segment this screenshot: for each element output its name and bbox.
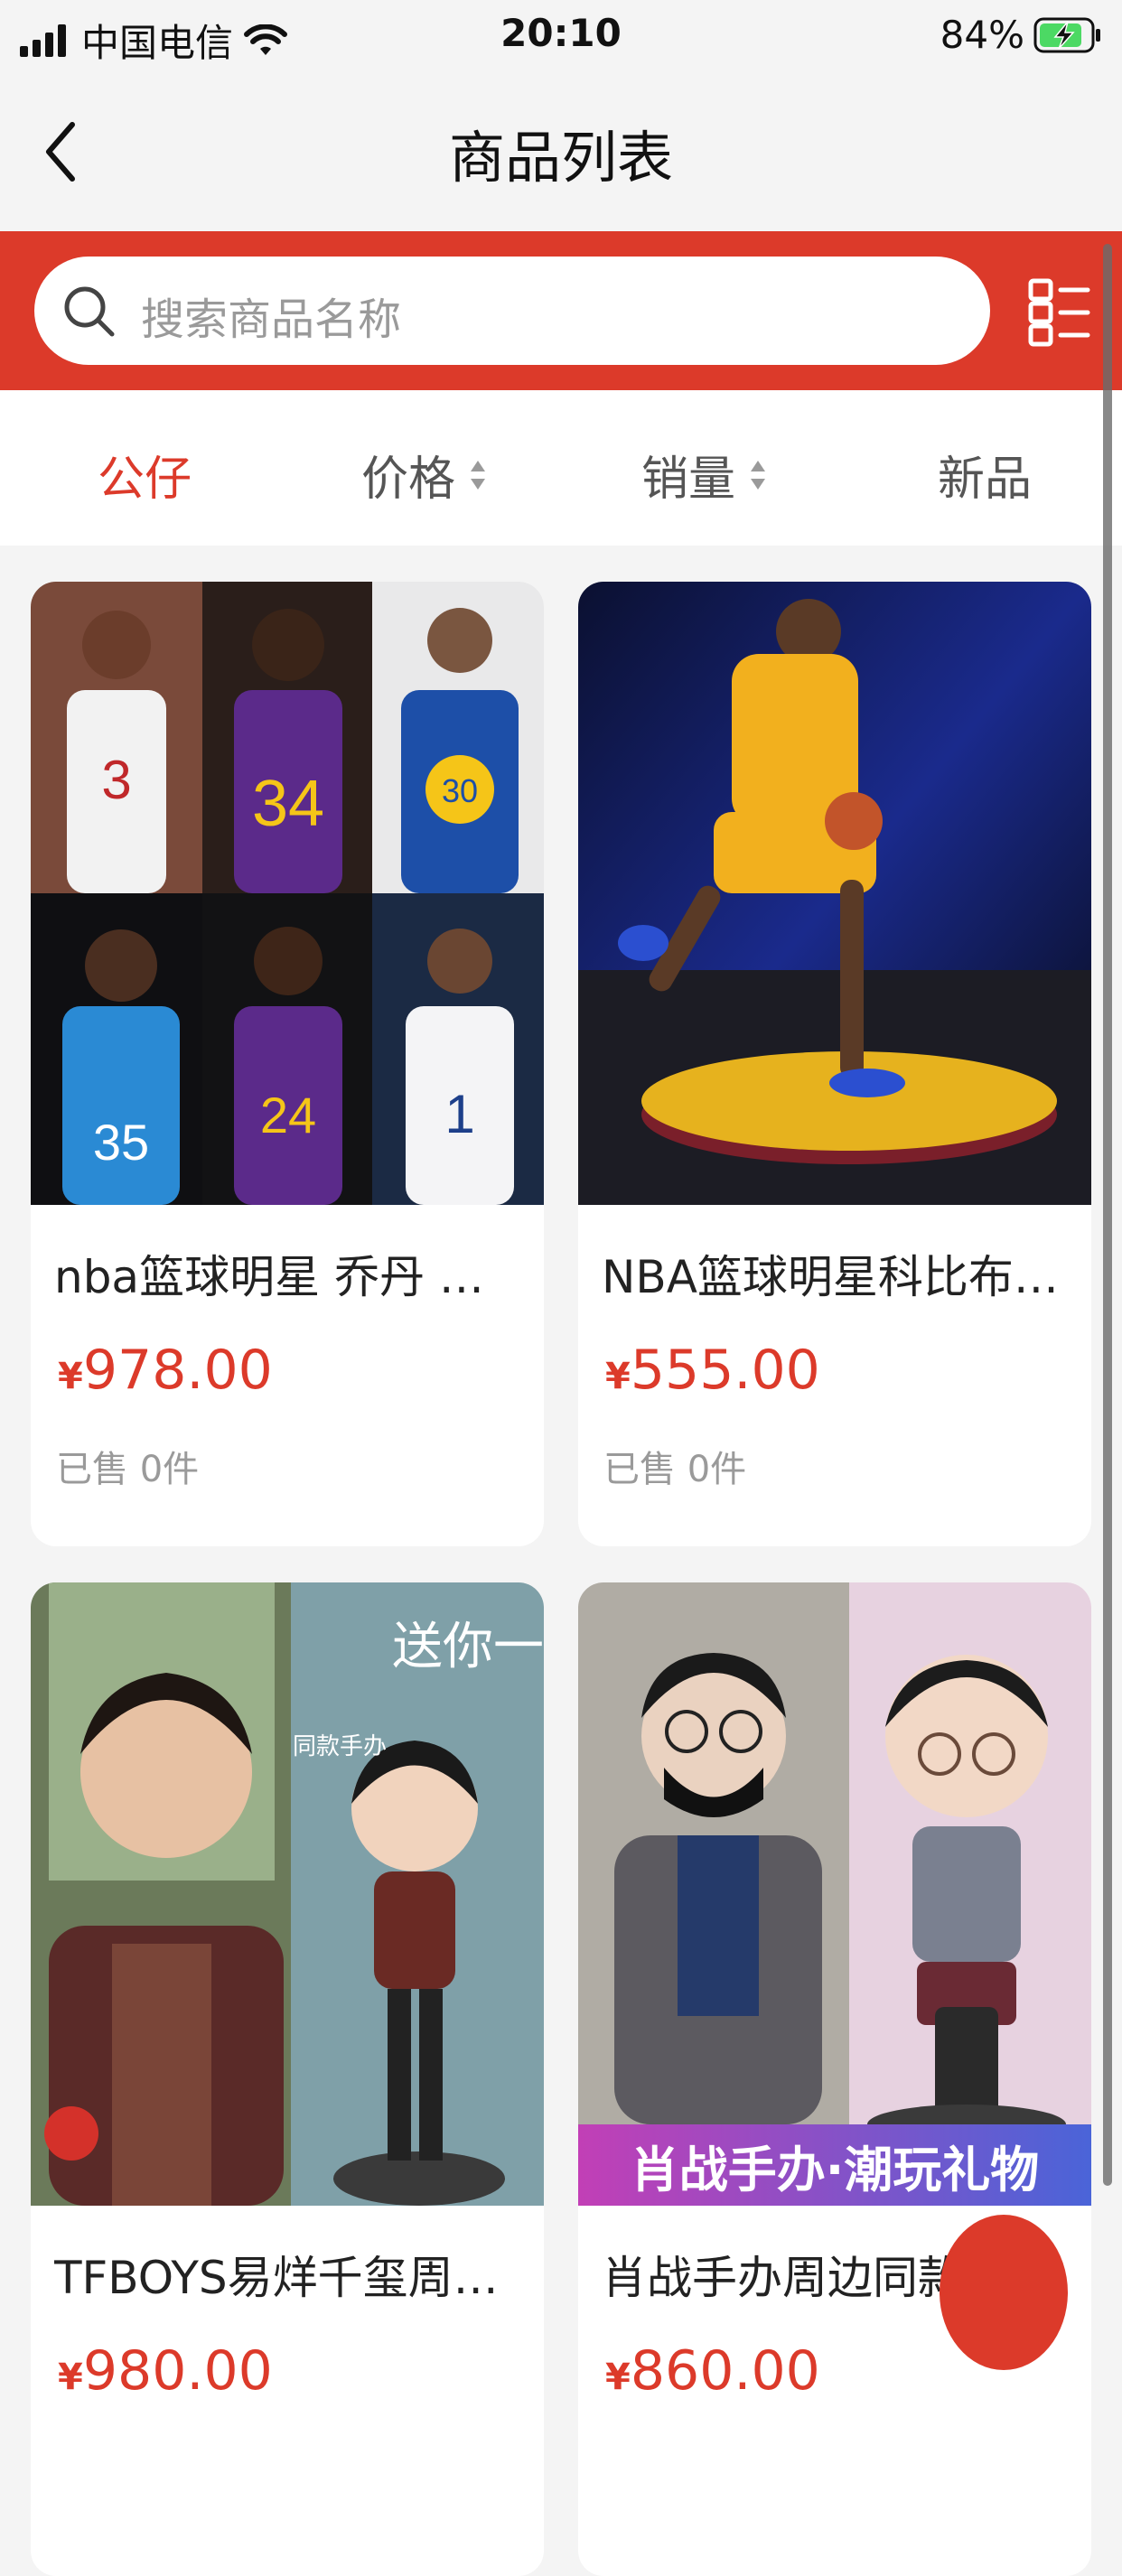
price-value: 978.00 (82, 1339, 273, 1402)
scrollbar[interactable] (1103, 244, 1112, 2186)
svg-text:30: 30 (442, 772, 478, 809)
svg-text:送你一朵: 送你一朵 (392, 1619, 544, 1675)
page-title: 商品列表 (448, 125, 673, 191)
filter-label: 公仔 (98, 453, 192, 507)
currency-symbol: ¥ (605, 1356, 631, 1397)
sold-count: 已售 0件 (56, 1449, 200, 1490)
svg-text:34: 34 (252, 768, 324, 840)
search-band: 搜索商品名称 (0, 231, 1122, 390)
nav-bar: 商品列表 (0, 76, 1122, 231)
product-card[interactable]: 肖战手办·潮玩礼物 肖战手办周边同款公仔 ¥860.00 (578, 1582, 1091, 2576)
currency-symbol: ¥ (605, 2357, 631, 2398)
product-image (578, 582, 1091, 1205)
product-image: 3 34 30 35 24 1 (31, 582, 544, 1205)
sort-arrows-icon (751, 460, 766, 490)
svg-text:24: 24 (260, 1087, 316, 1143)
product-name: nba篮球明星 乔丹 科比库里詹姆斯 (54, 1251, 524, 1303)
svg-text:1: 1 (444, 1084, 474, 1144)
status-right: 84% (940, 13, 1102, 57)
svg-text:3: 3 (101, 750, 131, 810)
sold-count: 已售 0件 (603, 1449, 747, 1490)
list-view-toggle-icon[interactable] (1028, 278, 1091, 347)
filter-tab-category[interactable]: 公仔 (98, 441, 192, 509)
status-bar: 中国电信 20:10 84% (0, 0, 1122, 76)
filter-tab-sales[interactable]: 销量 (641, 441, 768, 509)
search-input[interactable]: 搜索商品名称 (34, 257, 990, 365)
product-grid: 3 34 30 35 24 1 nba篮球明星 乔丹 科比库里詹姆斯 ¥978.… (0, 546, 1122, 2576)
filter-tab-price[interactable]: 价格 (361, 441, 488, 509)
search-placeholder: 搜索商品名称 (141, 294, 402, 345)
product-image (578, 1582, 1091, 2206)
product-banner: 肖战手办·潮玩礼物 (578, 2124, 1091, 2206)
product-name: TFBOYS易烊千玺周边手办公仔 (54, 2252, 524, 2304)
product-price: ¥555.00 (605, 1339, 820, 1402)
filter-label: 销量 (641, 453, 736, 507)
battery-charging-icon (1033, 17, 1100, 52)
filter-label: 价格 (361, 453, 456, 507)
price-value: 555.00 (630, 1339, 820, 1402)
filter-tab-new[interactable]: 新品 (938, 441, 1032, 509)
price-value: 860.00 (630, 2339, 820, 2403)
product-card[interactable]: 3 34 30 35 24 1 nba篮球明星 乔丹 科比库里詹姆斯 ¥978.… (31, 582, 544, 1546)
svg-text:35: 35 (93, 1114, 149, 1171)
product-price: ¥980.00 (58, 2339, 273, 2403)
sort-arrows-icon (471, 460, 486, 490)
product-name: NBA篮球明星科比布莱恩特手办摆件 (602, 1251, 1071, 1303)
svg-text:同款手办: 同款手办 (293, 1732, 387, 1759)
currency-symbol: ¥ (58, 2357, 83, 2398)
product-image: 送你一朵 同款手办 (31, 1582, 544, 2206)
product-card[interactable]: NBA篮球明星科比布莱恩特手办摆件 ¥555.00 已售 0件 (578, 582, 1091, 1546)
price-value: 980.00 (82, 2339, 273, 2403)
filter-bar: 公仔 价格 销量 新品 (0, 390, 1122, 546)
product-price: ¥860.00 (605, 2339, 820, 2403)
search-icon (64, 286, 115, 337)
battery-percent: 84% (940, 13, 1024, 57)
product-price: ¥978.00 (58, 1339, 273, 1402)
filter-label: 新品 (938, 453, 1033, 507)
product-card[interactable]: 送你一朵 同款手办 TFBOYS易烊千玺周边手办公仔 ¥980.00 (31, 1582, 544, 2576)
currency-symbol: ¥ (58, 1356, 83, 1397)
floating-action-button[interactable] (940, 2215, 1068, 2370)
